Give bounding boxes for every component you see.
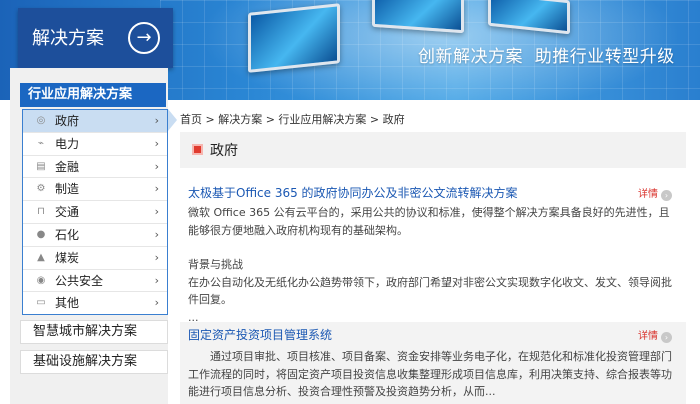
sidebar: 行业应用解决方案 ◎ 政府 › ⌁ 电力 › ▤ 金融 › ⚙ 制造 › ⊓ 交… (10, 68, 177, 404)
sidebar-item-petrochemical[interactable]: ● 石化 › (23, 224, 167, 247)
arrow-right-circle-icon[interactable]: → (128, 22, 160, 54)
sidebar-item-label: 煤炭 (55, 250, 80, 265)
sidebar-header[interactable]: 行业应用解决方案 (20, 83, 166, 107)
building-icon: ◎ (36, 115, 46, 126)
details-label: 详情 (638, 331, 658, 342)
finance-icon: ▤ (36, 160, 46, 172)
sidebar-item-finance[interactable]: ▤ 金融 › (23, 156, 167, 179)
power-icon: ⌁ (37, 137, 45, 149)
banner-title: 解决方案 (32, 28, 104, 49)
sidebar-item-other[interactable]: ▭ 其他 › (23, 292, 167, 315)
sidebar-item-label: 电力 (55, 136, 80, 151)
sidebar-item-label: 政府 (55, 114, 80, 128)
chevron-right-icon: › (154, 227, 159, 241)
sidebar-item-label: 金融 (55, 159, 80, 174)
sidebar-item-transport[interactable]: ⊓ 交通 › (23, 201, 167, 224)
factory-icon: ⚙ (36, 183, 46, 195)
monitor-graphic (248, 3, 340, 73)
article-title-link[interactable]: 固定资产投资项目管理系统 (188, 326, 332, 343)
sidebar-item-label: 其他 (55, 296, 80, 311)
transport-icon: ⊓ (37, 206, 45, 218)
sidebar-item-label: 交通 (55, 205, 80, 220)
chevron-right-circle-icon: › (661, 190, 672, 201)
sidebar-link-smart-city[interactable]: 智慧城市解决方案 (20, 320, 168, 344)
chevron-right-icon: › (154, 114, 159, 127)
chevron-right-icon: › (154, 273, 159, 287)
chevron-right-icon: › (154, 205, 159, 219)
article-background: 背景与挑战 在办公自动化及无纸化办公趋势带领下，政府部门希望对非密公文实现数字化… (188, 258, 672, 324)
chevron-right-icon: › (154, 250, 159, 264)
other-icon: ▭ (36, 297, 46, 309)
details-link[interactable]: 详情 › (638, 185, 672, 201)
section-marker-icon (192, 144, 203, 155)
sidebar-item-government[interactable]: ◎ 政府 › (23, 110, 167, 133)
article-summary: 微软 Office 365 公有云平台的，采用公共的协议和标准，使得整个解决方案… (188, 206, 670, 237)
coal-icon: ▲ (37, 251, 45, 263)
sidebar-item-label: 制造 (55, 182, 80, 197)
sidebar-item-coal[interactable]: ▲ 煤炭 › (23, 247, 167, 270)
chevron-right-circle-icon: › (661, 332, 672, 343)
details-label: 详情 (638, 189, 658, 200)
active-item-pointer (168, 109, 177, 131)
banner-title-box[interactable]: 解决方案 → (18, 8, 173, 68)
section-header: 政府 (180, 132, 686, 168)
sidebar-item-label: 公共安全 (55, 273, 104, 288)
petrochemical-icon: ● (36, 228, 46, 240)
article-item: 固定资产投资项目管理系统 详情 › 通过项目审批、项目核准、项目备案、资金安排等业… (180, 322, 686, 404)
sidebar-item-public-safety[interactable]: ◉ 公共安全 › (23, 270, 167, 293)
details-link[interactable]: 详情 › (638, 327, 672, 343)
article-item: 太极基于Office 365 的政府协同办公及非密公文流转解决方案 详情 › 微软… (180, 180, 686, 324)
chevron-right-icon: › (154, 159, 159, 173)
banner-slogan: 创新解决方案 助推行业转型升级 (418, 47, 675, 67)
chevron-right-icon: › (154, 136, 159, 150)
breadcrumb[interactable]: 首页 > 解决方案 > 行业应用解决方案 > 政府 (180, 111, 405, 127)
sidebar-item-label: 石化 (55, 227, 80, 242)
sidebar-item-power[interactable]: ⌁ 电力 › (23, 133, 167, 156)
police-icon: ◉ (36, 274, 46, 286)
sidebar-industry-list: ◎ 政府 › ⌁ 电力 › ▤ 金融 › ⚙ 制造 › ⊓ 交通 › ● 石化 … (22, 109, 168, 315)
sidebar-item-manufacturing[interactable]: ⚙ 制造 › (23, 178, 167, 202)
chevron-right-icon: › (154, 182, 159, 196)
section-title: 政府 (210, 143, 238, 159)
chevron-right-icon: › (154, 296, 159, 310)
sidebar-link-infrastructure[interactable]: 基础设施解决方案 (20, 350, 168, 374)
article-summary: 通过项目审批、项目核准、项目备案、资金安排等业务电子化，在规范化和标准化投资管理… (188, 350, 672, 398)
article-title-link[interactable]: 太极基于Office 365 的政府协同办公及非密公文流转解决方案 (188, 184, 518, 201)
